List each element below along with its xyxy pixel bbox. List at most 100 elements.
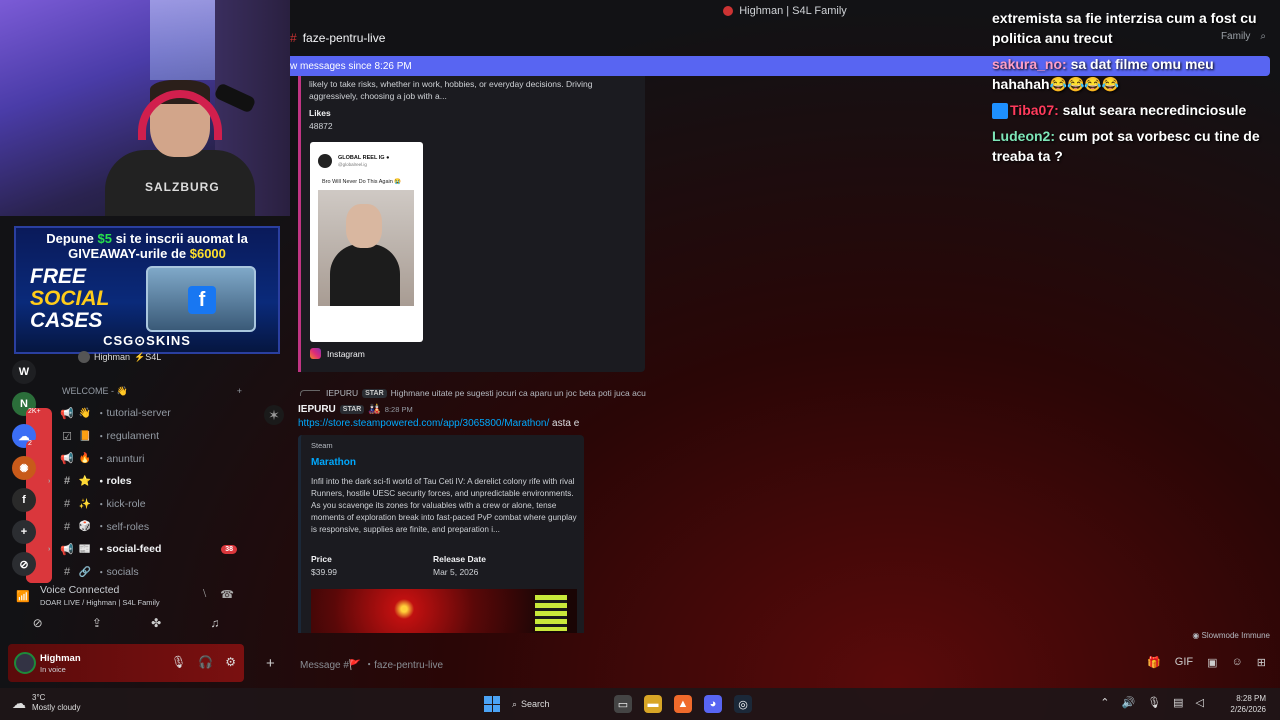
clock-time: 8:28 PM bbox=[1236, 694, 1266, 703]
chat-message: Ludeon2: cum pot sa vorbesc cu tine de t… bbox=[992, 126, 1272, 166]
folder-icon[interactable]: ▬ bbox=[644, 695, 662, 713]
ad-case-image: f bbox=[146, 266, 256, 332]
server-icon[interactable]: W bbox=[12, 360, 36, 384]
soundboard-icon[interactable]: ♫ bbox=[210, 616, 219, 630]
message-author[interactable]: IEPURU bbox=[298, 404, 336, 415]
server-user-name: Highman bbox=[94, 352, 131, 362]
taskbar-center: ⌕ Search ▭ ▬ ▲ ◕ ◎ bbox=[484, 694, 752, 714]
channel-emoji: 📙 bbox=[78, 430, 92, 442]
stream-chat-overlay: extremista sa fie interzisa cum a fost c… bbox=[992, 8, 1272, 172]
instagram-thumbnail[interactable]: GLOBAL REEL IG ● @globalreel.ig Bro Will… bbox=[310, 142, 423, 342]
separator: ・ bbox=[96, 521, 107, 534]
channel-item[interactable]: # ✨ ・ kick-role bbox=[50, 493, 245, 516]
chat-username: sakura_no: bbox=[992, 56, 1067, 72]
giveaway-ad: Depune $5 si te inscrii auomat la GIVEAW… bbox=[14, 226, 280, 354]
taskbar-clock[interactable]: 8:28 PM 2/26/2026 bbox=[1230, 693, 1266, 715]
category-welcome[interactable]: WELCOME - 👋 + bbox=[62, 386, 242, 397]
server-user-row[interactable]: Highman ⚡S4L bbox=[78, 351, 161, 363]
category-label: WELCOME - 👋 bbox=[62, 386, 128, 396]
separator: ・ bbox=[96, 498, 107, 511]
message-body: https://store.steampowered.com/app/30658… bbox=[298, 418, 579, 429]
channel-item[interactable]: ☑ 📙 ・ regulament bbox=[50, 425, 245, 448]
start-windows-icon[interactable] bbox=[484, 696, 500, 712]
embed-title[interactable]: Marathon bbox=[311, 457, 356, 468]
message-composer[interactable]: + Message #🚩 ・faze-pentru-live 🎁 GIF ▣ ☺… bbox=[256, 650, 1276, 676]
channel-item[interactable]: # 🔗 ・ socials bbox=[50, 561, 245, 584]
embed-provider: Steam bbox=[311, 441, 333, 450]
channel-item[interactable]: # 🎲 ・ self-roles bbox=[50, 515, 245, 538]
channel-name: roles bbox=[106, 475, 132, 488]
message-link[interactable]: https://store.steampowered.com/app/30658… bbox=[298, 418, 549, 429]
webcam-shirt: SALZBURG bbox=[105, 150, 255, 216]
slowmode-indicator: ◉ Slowmode Immune bbox=[1192, 631, 1270, 640]
reply-tag: STAR bbox=[362, 388, 387, 398]
embed-image[interactable] bbox=[311, 589, 577, 633]
separator: ・ bbox=[96, 453, 107, 466]
channel-item[interactable]: › # ⭐ ・ roles bbox=[48, 470, 245, 493]
file-explorer-icon[interactable]: ▭ bbox=[614, 695, 632, 713]
chat-username: Tiba07: bbox=[1010, 102, 1059, 118]
system-tray: ⌃ 🔊 🎙 ▤ ◁ bbox=[1100, 696, 1204, 709]
add-channel-icon[interactable]: + bbox=[237, 386, 242, 397]
channel-item[interactable]: 📢 🔥 ・ anunturi bbox=[50, 447, 245, 470]
network-icon[interactable]: ▤ bbox=[1173, 696, 1183, 709]
weather-temp: 3°C bbox=[32, 693, 46, 702]
voice-location[interactable]: DOAR LIVE / Highman | S4L Family bbox=[40, 598, 160, 607]
weather-widget[interactable]: ☁ 3°C Mostly cloudy bbox=[12, 693, 80, 713]
gift-icon[interactable]: 🎁 bbox=[1147, 656, 1161, 669]
server-icon[interactable]: f bbox=[12, 488, 36, 512]
headphones-icon[interactable]: 🎧 bbox=[198, 655, 213, 669]
reply-line bbox=[300, 390, 320, 396]
user-panel: Highman In voice 🎙 🎧 ⚙ bbox=[8, 644, 244, 682]
channel-item[interactable]: › 📢 📰 ・ social-feed 38 bbox=[48, 538, 245, 561]
camera-off-icon[interactable]: ⊘ bbox=[33, 616, 43, 630]
activities-icon[interactable]: ✤ bbox=[151, 616, 161, 630]
discord-icon[interactable]: ◕ bbox=[704, 695, 722, 713]
clock-date: 2/26/2026 bbox=[1230, 705, 1266, 714]
server-icon[interactable]: ⊘ bbox=[12, 552, 36, 576]
voice-status: Voice Connected bbox=[40, 584, 120, 596]
card-caption: Bro Will Never Do This Again 😭 bbox=[322, 179, 402, 185]
noise-suppression-icon[interactable]: ⧵ bbox=[203, 588, 206, 601]
apps-icon[interactable]: ⊞ bbox=[1257, 656, 1266, 669]
message-avatar[interactable]: ✶ bbox=[264, 405, 284, 425]
mic-tray-icon[interactable]: 🎙 bbox=[1147, 696, 1161, 709]
separator: ・ bbox=[96, 543, 107, 556]
megaphone-icon: 📢 bbox=[60, 543, 74, 556]
gif-icon[interactable]: GIF bbox=[1175, 656, 1193, 669]
sticker-icon[interactable]: ▣ bbox=[1207, 656, 1217, 669]
taskbar-search[interactable]: ⌕ Search bbox=[512, 694, 602, 714]
user-avatar[interactable] bbox=[14, 652, 36, 674]
megaphone-icon: 📢 bbox=[60, 453, 74, 466]
channel-list: 📢 👋 ・ tutorial-server ☑ 📙 ・ regulament 📢 🔥 ・ anuntu… bbox=[48, 402, 245, 584]
channel-item[interactable]: 📢 👋 ・ tutorial-server bbox=[50, 402, 245, 425]
brave-browser-icon[interactable]: ▲ bbox=[674, 695, 692, 713]
server-icon[interactable]: ✺ bbox=[12, 456, 36, 480]
new-messages-text: w messages since 8:26 PM bbox=[290, 60, 412, 72]
screen-share-icon[interactable]: ⇪ bbox=[92, 616, 102, 630]
disconnect-icon[interactable]: ☎ bbox=[220, 588, 234, 601]
volume-icon[interactable]: ◁ bbox=[1196, 696, 1204, 709]
attach-plus-icon[interactable]: + bbox=[266, 655, 284, 672]
chat-text: extremista sa fie interzisa cum a fost c… bbox=[992, 10, 1257, 46]
steam-icon[interactable]: ◎ bbox=[734, 695, 752, 713]
chat-username: Ludeon2: bbox=[992, 128, 1055, 144]
footer-text: Instagram bbox=[327, 348, 365, 359]
channel-name: self-roles bbox=[106, 520, 150, 533]
card-account: GLOBAL REEL IG ● bbox=[338, 155, 390, 161]
emoji-icon[interactable]: ☺ bbox=[1232, 656, 1243, 669]
server-icon[interactable]: + bbox=[12, 520, 36, 544]
signal-icon: 📶 bbox=[16, 591, 30, 603]
message-input[interactable]: Message #🚩 ・faze-pentru-live bbox=[300, 656, 443, 671]
chevron-up-icon[interactable]: ⌃ bbox=[1100, 696, 1109, 709]
microphone-icon[interactable]: 🎙 bbox=[171, 655, 186, 669]
settings-gear-icon[interactable]: ⚙ bbox=[225, 655, 236, 669]
channel-emoji: 👋 bbox=[78, 407, 92, 419]
discord-app-icon bbox=[723, 6, 734, 16]
speaker-icon[interactable]: 🔊 bbox=[1121, 696, 1135, 709]
weather-desc: Mostly cloudy bbox=[32, 703, 81, 712]
reply-preview[interactable]: IEPURU STAR Highmane uitate pe sugesti j… bbox=[300, 388, 646, 398]
price-field: Price $39.99 bbox=[311, 554, 337, 577]
webcam-window bbox=[150, 0, 220, 80]
separator: ・ bbox=[96, 407, 107, 420]
